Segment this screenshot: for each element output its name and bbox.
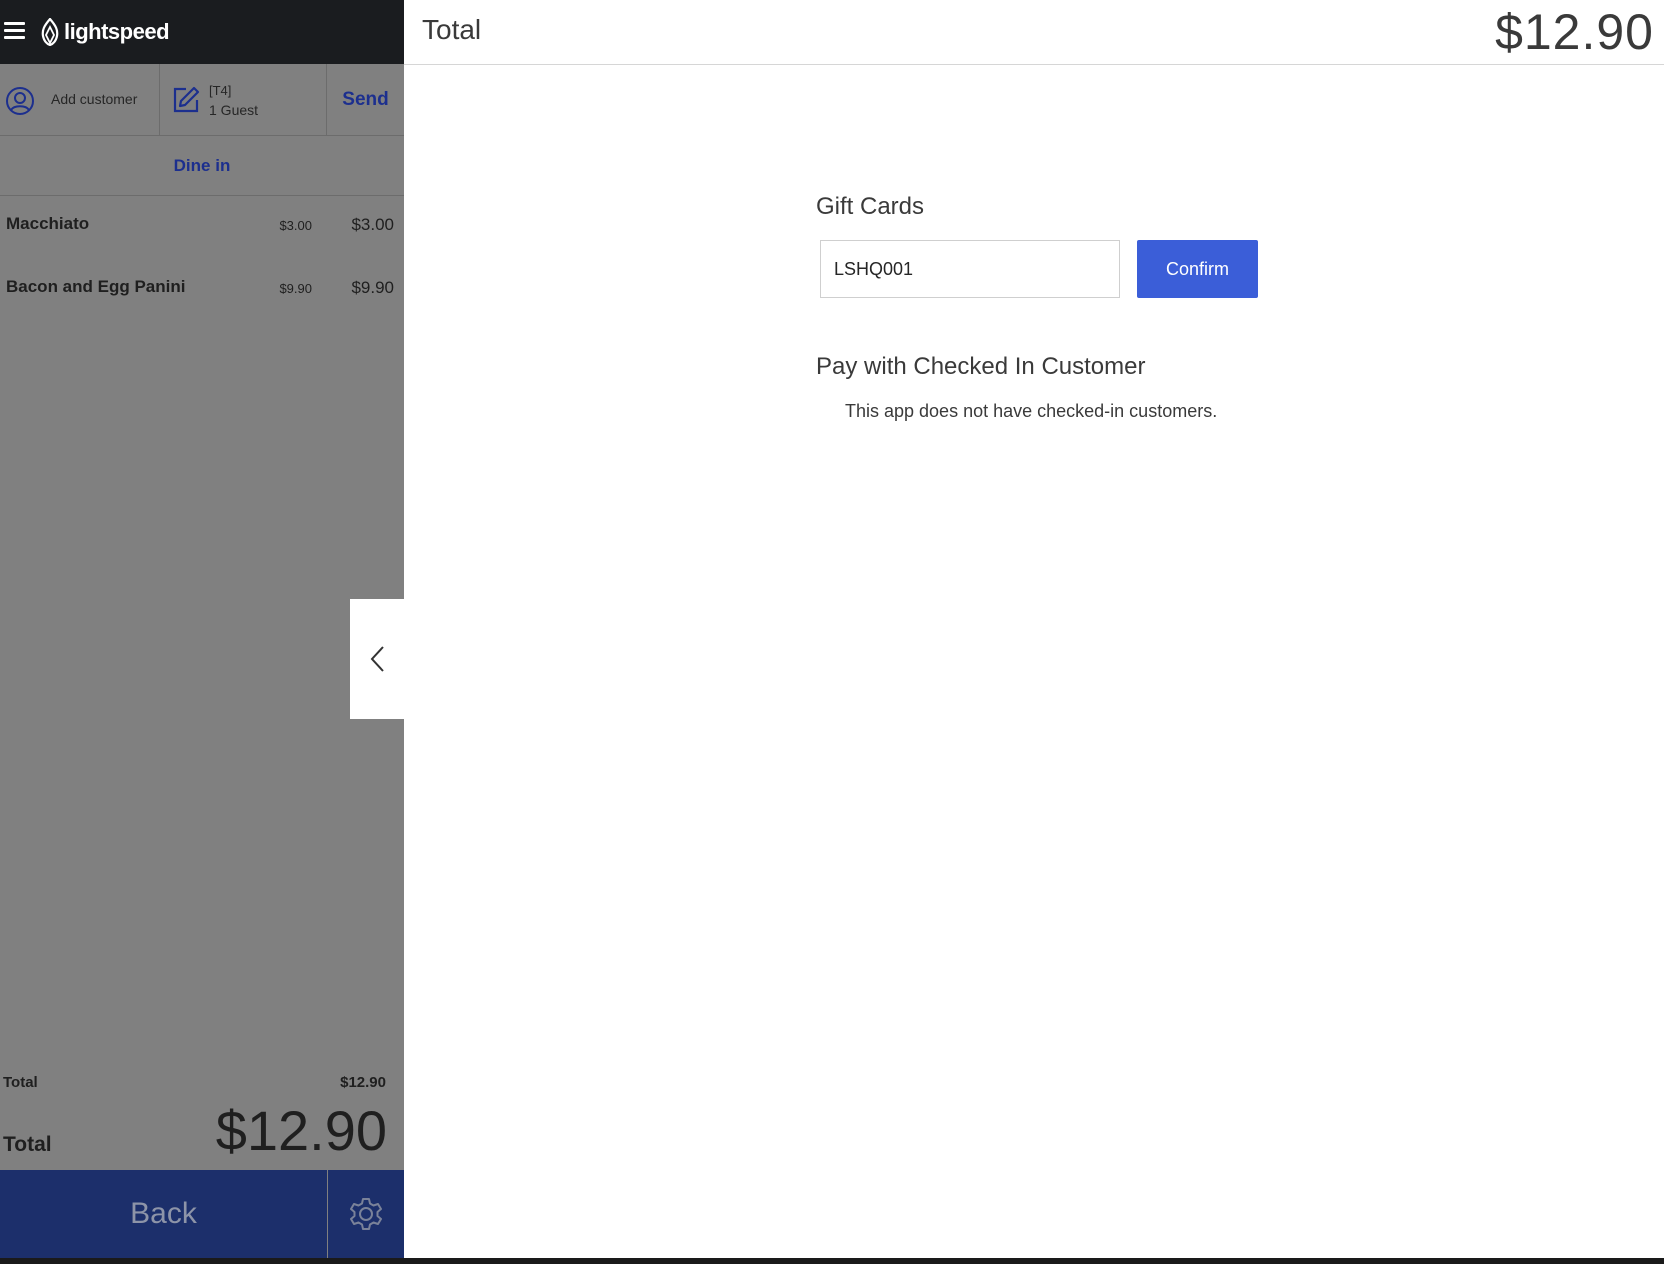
gear-icon	[350, 1198, 382, 1230]
back-button[interactable]: Back	[0, 1170, 327, 1258]
pos-app: lightspeed Add customer [T4] 1 Guest Sen…	[0, 0, 1664, 1258]
payment-amount: $12.90	[1495, 4, 1654, 60]
collapse-panel-button[interactable]	[350, 599, 404, 719]
chevron-left-icon	[370, 646, 384, 672]
settings-button[interactable]	[328, 1170, 404, 1258]
item-price: $3.00	[351, 215, 394, 234]
guest-count: 1 Guest	[209, 102, 259, 118]
item-name: Bacon and Egg Panini	[6, 277, 186, 296]
payment-title: Total	[422, 14, 482, 45]
gift-card-input[interactable]	[820, 240, 1120, 298]
edit-icon	[173, 86, 200, 113]
table-guests-button[interactable]: [T4] 1 Guest	[160, 64, 327, 136]
confirm-button[interactable]: Confirm	[1137, 240, 1258, 298]
item-price: $9.90	[351, 278, 394, 297]
add-customer-button[interactable]: Add customer	[0, 64, 160, 136]
checked-in-note: This app does not have checked-in custom…	[845, 401, 1218, 421]
table-number: [T4]	[209, 83, 232, 98]
top-bar: lightspeed	[0, 0, 404, 64]
brand-name: lightspeed	[64, 19, 170, 44]
brand-logo: lightspeed	[40, 16, 170, 48]
item-unit-price: $3.00	[279, 218, 312, 233]
flame-icon	[41, 18, 59, 46]
item-name: Macchiato	[6, 214, 90, 233]
gift-cards-heading: Gift Cards	[816, 193, 925, 220]
order-panel: lightspeed Add customer [T4] 1 Guest Sen…	[0, 0, 404, 1258]
payment-header: Total $12.90	[404, 0, 1664, 65]
item-unit-price: $9.90	[279, 281, 312, 296]
add-customer-label: Add customer	[51, 91, 138, 107]
checked-in-heading: Pay with Checked In Customer	[816, 353, 1146, 380]
user-circle-icon	[6, 87, 34, 115]
service-mode-button[interactable]: Dine in	[0, 136, 404, 196]
send-button[interactable]: Send	[327, 64, 404, 136]
order-toolbar: Add customer [T4] 1 Guest Send	[0, 64, 404, 136]
subtotal-value: $12.90	[340, 1074, 386, 1091]
order-items: Macchiato $3.00 $3.00 Bacon and Egg Pani…	[0, 196, 404, 322]
total-label: Total	[3, 1133, 52, 1156]
order-item[interactable]: Bacon and Egg Panini $9.90 $9.90	[0, 259, 404, 322]
subtotal-label: Total	[3, 1074, 38, 1091]
order-item[interactable]: Macchiato $3.00 $3.00	[0, 196, 404, 259]
total-value: $12.90	[215, 1099, 387, 1162]
menu-icon[interactable]	[4, 20, 26, 40]
